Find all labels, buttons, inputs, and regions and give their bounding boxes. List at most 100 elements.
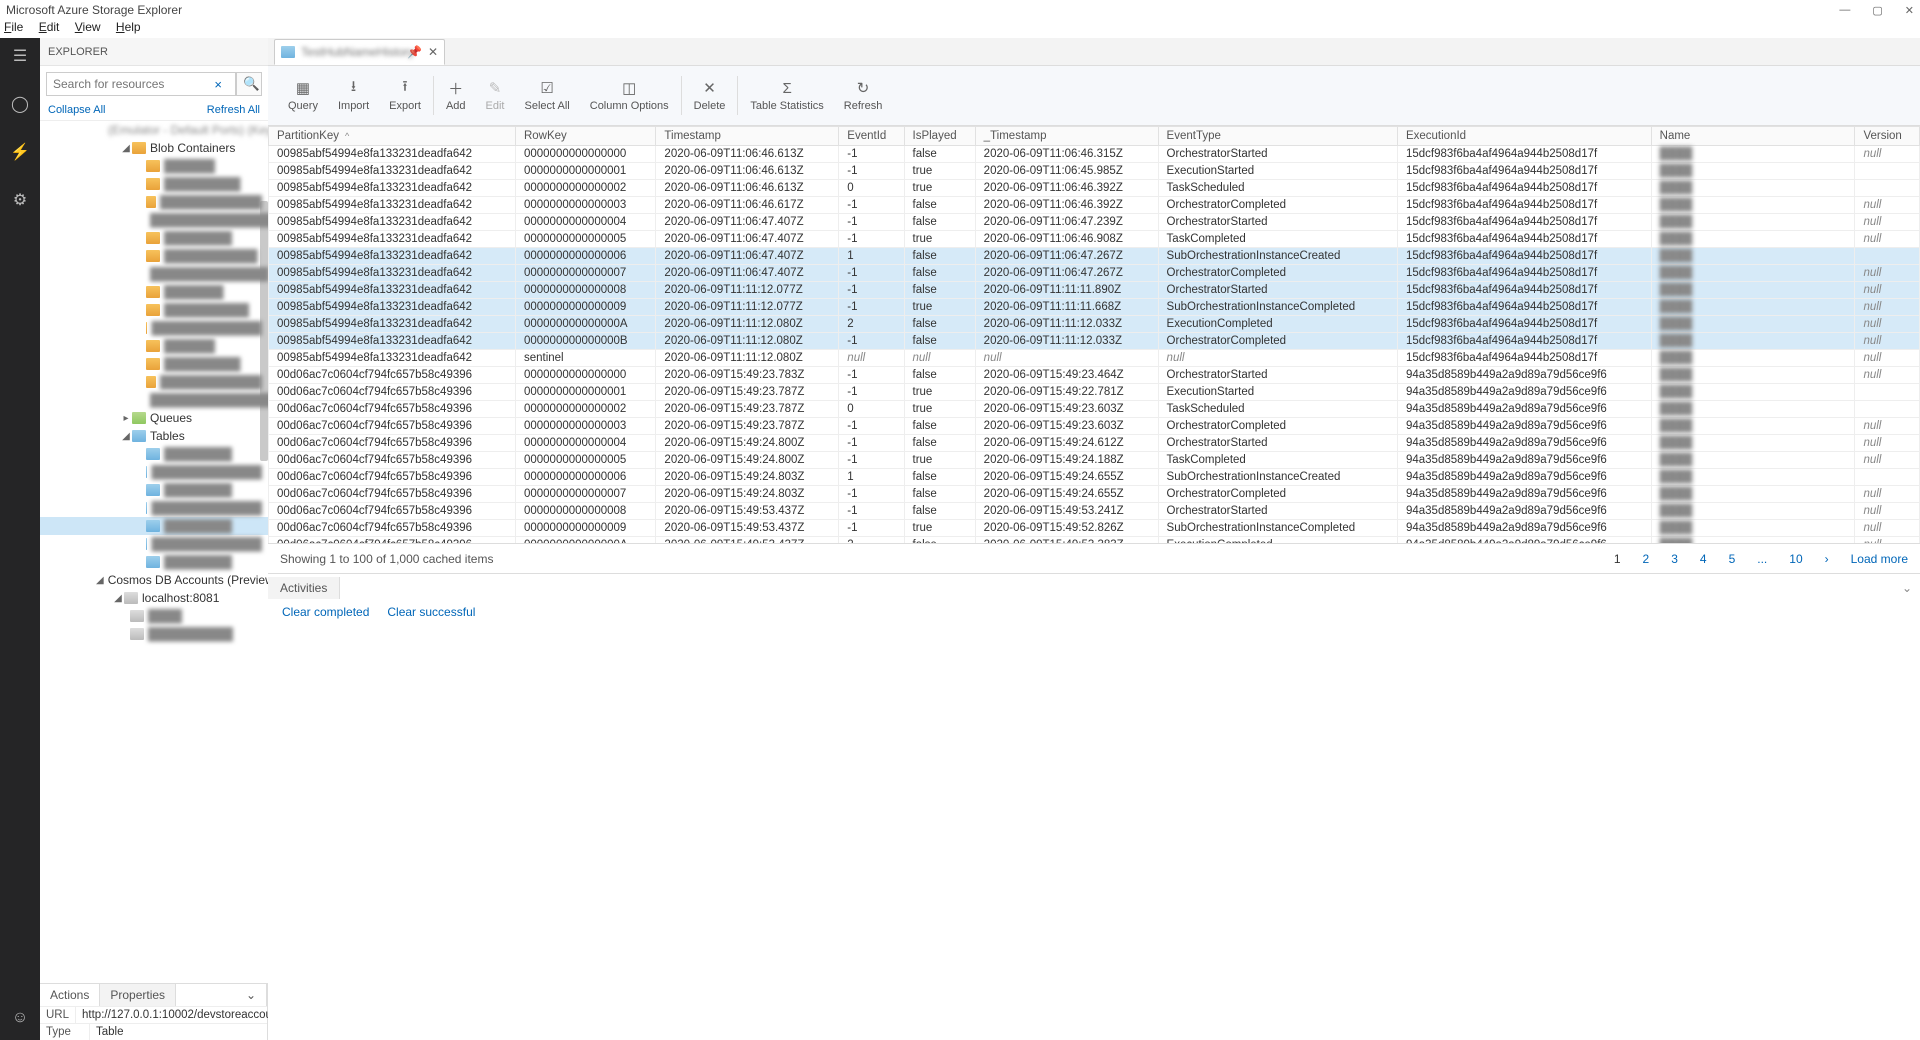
- table-row[interactable]: 00d06ac7c0604cf794fc657b58c4939600000000…: [269, 367, 1920, 384]
- page-5[interactable]: 5: [1729, 552, 1736, 566]
- tree-blob-item[interactable]: ███████: [164, 285, 224, 299]
- tree-blob-item[interactable]: █████████████: [151, 321, 262, 335]
- tree-queues[interactable]: Queues: [150, 411, 192, 425]
- table-row[interactable]: 00985abf54994e8fa133231deadfa64200000000…: [269, 197, 1920, 214]
- table-row[interactable]: 00d06ac7c0604cf794fc657b58c4939600000000…: [269, 401, 1920, 418]
- col-Name[interactable]: Name: [1651, 127, 1855, 146]
- table-row[interactable]: 00985abf54994e8fa133231deadfa64200000000…: [269, 299, 1920, 316]
- table-row[interactable]: 00d06ac7c0604cf794fc657b58c4939600000000…: [269, 503, 1920, 520]
- clear-successful-link[interactable]: Clear successful: [387, 605, 475, 619]
- document-tab[interactable]: TestHubNameHistory 📌 ✕: [274, 39, 445, 65]
- tree-table-item[interactable]: ████████: [164, 483, 232, 497]
- table-row[interactable]: 00985abf54994e8fa133231deadfa64200000000…: [269, 265, 1920, 282]
- page-...[interactable]: ...: [1757, 552, 1767, 566]
- page-1[interactable]: 1: [1614, 552, 1621, 566]
- table-row[interactable]: 00985abf54994e8fa133231deadfa64200000000…: [269, 231, 1920, 248]
- page-4[interactable]: 4: [1700, 552, 1707, 566]
- table-row[interactable]: 00d06ac7c0604cf794fc657b58c4939600000000…: [269, 418, 1920, 435]
- close-icon[interactable]: ✕: [1905, 4, 1914, 17]
- table-row[interactable]: 00985abf54994e8fa133231deadfa64200000000…: [269, 146, 1920, 163]
- tree-blob-item[interactable]: █████████: [164, 357, 241, 371]
- connect-icon[interactable]: ⚡: [8, 140, 32, 164]
- tree-blob-item[interactable]: ██████: [164, 159, 215, 173]
- col-EventId[interactable]: EventId: [839, 127, 904, 146]
- table-row[interactable]: 00d06ac7c0604cf794fc657b58c4939600000000…: [269, 486, 1920, 503]
- dropdown-icon[interactable]: ⌄: [246, 988, 256, 1002]
- col-ExecutionId[interactable]: ExecutionId: [1397, 127, 1651, 146]
- column-options-button[interactable]: ◫Column Options: [580, 70, 679, 121]
- tab-actions[interactable]: Actions: [40, 984, 100, 1006]
- search-input[interactable]: [46, 72, 236, 96]
- tab-properties[interactable]: Properties: [100, 984, 176, 1006]
- table-row[interactable]: 00985abf54994e8fa133231deadfa64200000000…: [269, 180, 1920, 197]
- refresh-button[interactable]: ↻Refresh: [834, 70, 893, 121]
- col-Timestamp[interactable]: Timestamp: [656, 127, 839, 146]
- page-10[interactable]: 10: [1789, 552, 1802, 566]
- tree-table-item[interactable]: █████████████: [151, 537, 262, 551]
- account-icon[interactable]: ◯: [8, 92, 32, 116]
- clear-completed-link[interactable]: Clear completed: [282, 605, 369, 619]
- col-_Timestamp[interactable]: _Timestamp: [975, 127, 1158, 146]
- clear-search-icon[interactable]: ×: [214, 77, 222, 92]
- table-row[interactable]: 00985abf54994e8fa133231deadfa64200000000…: [269, 316, 1920, 333]
- table-row[interactable]: 00985abf54994e8fa133231deadfa642sentinel…: [269, 350, 1920, 367]
- page-2[interactable]: 2: [1643, 552, 1650, 566]
- tree-emulator[interactable]: (Emulator - Default Ports) (Key): [108, 123, 268, 137]
- search-button[interactable]: 🔍: [236, 72, 262, 96]
- tree-blob-item[interactable]: ██████████: [164, 303, 249, 317]
- tree-table-item[interactable]: ████████: [164, 519, 232, 533]
- tree-blob-item[interactable]: ███████████: [164, 249, 258, 263]
- table-row[interactable]: 00d06ac7c0604cf794fc657b58c4939600000000…: [269, 384, 1920, 401]
- maximize-icon[interactable]: ▢: [1872, 4, 1882, 17]
- table-row[interactable]: 00d06ac7c0604cf794fc657b58c4939600000000…: [269, 469, 1920, 486]
- col-Version[interactable]: Version: [1855, 127, 1920, 146]
- toggle-explorer-icon[interactable]: ☰: [8, 44, 32, 68]
- tree-blob-item[interactable]: ██████████████: [150, 267, 268, 281]
- tree-table-item[interactable]: ████████: [164, 447, 232, 461]
- tab-activities[interactable]: Activities: [268, 577, 340, 599]
- table-row[interactable]: 00d06ac7c0604cf794fc657b58c4939600000000…: [269, 537, 1920, 544]
- page-3[interactable]: 3: [1671, 552, 1678, 566]
- delete-button[interactable]: ✕Delete: [684, 70, 736, 121]
- tree-cosmos-child[interactable]: ██████████: [148, 627, 233, 641]
- load-more-link[interactable]: Load more: [1851, 552, 1908, 566]
- col-IsPlayed[interactable]: IsPlayed: [904, 127, 975, 146]
- feedback-icon[interactable]: ☺: [8, 1006, 32, 1030]
- table-row[interactable]: 00985abf54994e8fa133231deadfa64200000000…: [269, 163, 1920, 180]
- tree-blob-item[interactable]: ███████████████: [150, 393, 268, 407]
- collapse-all-link[interactable]: Collapse All: [48, 104, 105, 116]
- tree-tables[interactable]: Tables: [150, 429, 185, 443]
- add-button[interactable]: ＋Add: [436, 70, 476, 121]
- tree-cosmos[interactable]: Cosmos DB Accounts (Preview): [108, 573, 268, 587]
- prop-type-value[interactable]: Table: [90, 1024, 267, 1040]
- page-next[interactable]: ›: [1825, 552, 1829, 566]
- tree-blob-containers[interactable]: Blob Containers: [150, 141, 235, 155]
- tree-table-item[interactable]: ████████: [164, 555, 232, 569]
- tree-blob-item[interactable]: █████████: [164, 177, 241, 191]
- settings-icon[interactable]: ⚙: [8, 188, 32, 212]
- caret-icon[interactable]: ◢: [120, 143, 132, 154]
- col-RowKey[interactable]: RowKey: [515, 127, 655, 146]
- table-row[interactable]: 00d06ac7c0604cf794fc657b58c4939600000000…: [269, 520, 1920, 537]
- tree-blob-item[interactable]: ██████: [164, 339, 215, 353]
- caret-icon[interactable]: ◢: [96, 575, 104, 586]
- resource-tree[interactable]: (Emulator - Default Ports) (Key) ◢ Blob C…: [40, 120, 268, 983]
- tab-close-icon[interactable]: ✕: [428, 45, 438, 59]
- table-stats-button[interactable]: ΣTable Statistics: [740, 70, 833, 121]
- table-row[interactable]: 00985abf54994e8fa133231deadfa64200000000…: [269, 214, 1920, 231]
- table-row[interactable]: 00985abf54994e8fa133231deadfa64200000000…: [269, 248, 1920, 265]
- caret-icon[interactable]: ◢: [120, 431, 132, 442]
- tree-table-item[interactable]: █████████████: [151, 465, 262, 479]
- tree-blob-item[interactable]: ████████: [164, 231, 232, 245]
- table-row[interactable]: 00985abf54994e8fa133231deadfa64200000000…: [269, 282, 1920, 299]
- menu-help[interactable]: Help: [116, 20, 141, 34]
- tree-cosmos-host[interactable]: localhost:8081: [142, 591, 219, 605]
- export-button[interactable]: ⭱Export: [379, 70, 431, 121]
- import-button[interactable]: ⭳Import: [328, 70, 379, 121]
- tree-cosmos-child[interactable]: ████: [148, 609, 182, 623]
- table-row[interactable]: 00d06ac7c0604cf794fc657b58c4939600000000…: [269, 452, 1920, 469]
- minimize-icon[interactable]: —: [1839, 4, 1850, 17]
- query-button[interactable]: ▦Query: [278, 70, 328, 121]
- table-row[interactable]: 00d06ac7c0604cf794fc657b58c4939600000000…: [269, 435, 1920, 452]
- menu-edit[interactable]: Edit: [39, 20, 60, 34]
